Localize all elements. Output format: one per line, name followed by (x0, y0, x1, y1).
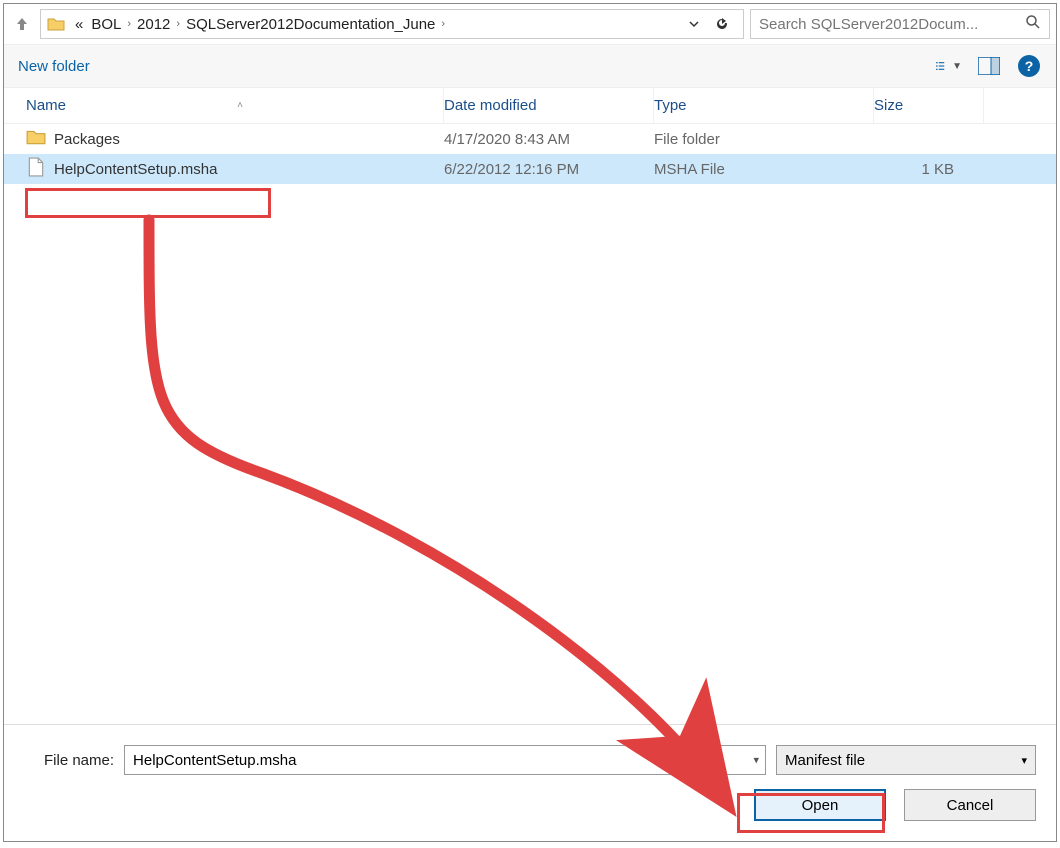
folder-icon (26, 127, 46, 151)
help-button[interactable]: ? (1016, 53, 1042, 79)
file-row[interactable]: HelpContentSetup.msha 6/22/2012 12:16 PMM… (4, 154, 1056, 184)
open-button[interactable]: Open (754, 789, 886, 821)
file-type: File folder (654, 131, 874, 148)
chevron-right-icon: › (125, 18, 133, 30)
file-size: 1 KB (874, 161, 984, 178)
file-icon (26, 157, 46, 181)
breadcrumb-item[interactable]: SQLServer2012Documentation_June (182, 16, 439, 33)
breadcrumb-item[interactable]: 2012 (133, 16, 174, 33)
filename-label: File name: (44, 752, 114, 769)
sort-indicator-icon: ˄ (237, 100, 243, 111)
file-list[interactable]: Packages 4/17/2020 8:43 AMFile folder Help… (4, 124, 1056, 724)
file-type: MSHA File (654, 161, 874, 178)
column-header-size[interactable]: Size (874, 88, 984, 123)
file-row[interactable]: Packages 4/17/2020 8:43 AMFile folder (4, 124, 1056, 154)
chevron-right-icon: › (439, 18, 447, 30)
column-headers: Name ˄ Date modified Type Size (4, 88, 1056, 124)
folder-icon (45, 13, 67, 35)
cancel-button[interactable]: Cancel (904, 789, 1036, 821)
up-one-level-button[interactable] (10, 12, 34, 36)
search-input[interactable] (759, 16, 1025, 33)
address-dropdown-button[interactable] (683, 13, 705, 35)
search-box[interactable] (750, 9, 1050, 39)
column-header-date[interactable]: Date modified (444, 88, 654, 123)
filename-field-wrapper: ▾ (124, 745, 766, 775)
new-folder-button[interactable]: New folder (18, 58, 90, 75)
address-bar[interactable]: « BOL › 2012 › SQLServer2012Documentatio… (40, 9, 744, 39)
search-icon[interactable] (1025, 14, 1041, 35)
column-header-name[interactable]: Name ˄ (4, 88, 444, 123)
chevron-down-icon: ▾ (1021, 754, 1027, 767)
view-options-button[interactable]: ▼ (936, 53, 962, 79)
breadcrumb-item[interactable]: BOL (87, 16, 125, 33)
column-header-type[interactable]: Type (654, 88, 874, 123)
preview-pane-button[interactable] (976, 53, 1002, 79)
refresh-button[interactable] (711, 13, 733, 35)
breadcrumb-ellipsis[interactable]: « (71, 16, 87, 33)
file-date: 4/17/2020 8:43 AM (444, 131, 654, 148)
filetype-label: Manifest file (785, 752, 865, 769)
help-icon: ? (1018, 55, 1040, 77)
column-header-label: Name (26, 97, 66, 114)
filetype-select[interactable]: Manifest file ▾ (776, 745, 1036, 775)
file-name: HelpContentSetup.msha (54, 161, 217, 178)
filename-input[interactable] (133, 746, 757, 774)
file-date: 6/22/2012 12:16 PM (444, 161, 654, 178)
file-name: Packages (54, 131, 120, 148)
chevron-right-icon: › (174, 18, 182, 30)
chevron-down-icon[interactable]: ▾ (753, 754, 759, 767)
